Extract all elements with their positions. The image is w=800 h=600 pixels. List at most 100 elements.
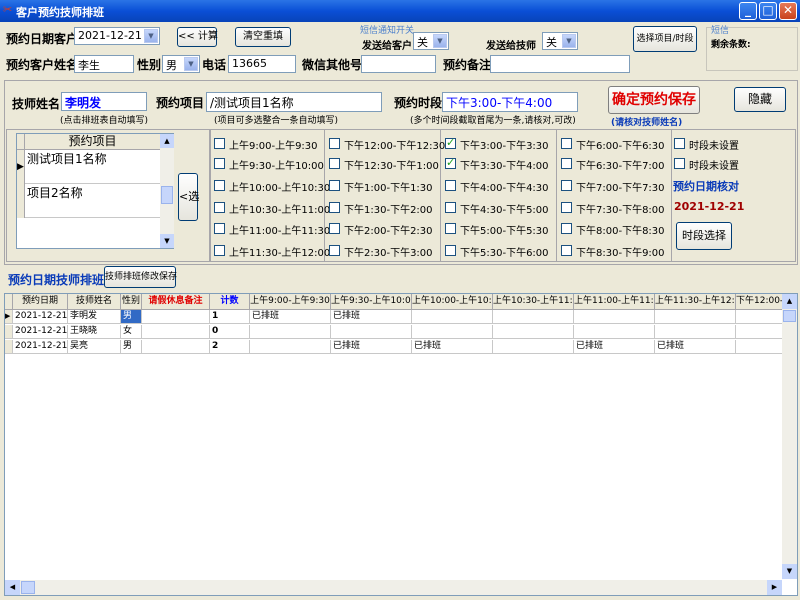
grid-h-scrollbar[interactable]: ◀ ▶ <box>5 580 782 595</box>
column-header[interactable]: 上午11:00-上午11:30 <box>574 294 655 310</box>
unchecked-box-icon[interactable] <box>329 138 340 149</box>
list-item[interactable]: 项目2名称 <box>25 184 160 218</box>
column-header[interactable]: 上午11:30-上午12:00 <box>655 294 736 310</box>
scroll-down-icon[interactable]: ▼ <box>782 564 797 579</box>
column-header[interactable]: 上午10:30-上午11:00 <box>493 294 574 310</box>
table-cell[interactable] <box>493 340 574 354</box>
unchecked-box-icon[interactable] <box>329 180 340 191</box>
calc-button[interactable]: << 计算 <box>177 27 218 47</box>
chevron-down-icon[interactable]: ▼ <box>184 57 198 71</box>
unchecked-box-icon[interactable] <box>561 223 572 234</box>
gender-select[interactable]: 男 ▼ <box>162 55 200 73</box>
tech-name-input[interactable]: 李明发 <box>61 92 147 111</box>
unchecked-box-icon[interactable] <box>214 180 225 191</box>
table-cell[interactable]: 吴亮 <box>68 340 121 354</box>
table-cell[interactable]: 李明发 <box>68 310 121 324</box>
table-cell[interactable] <box>142 325 210 339</box>
select-item-button[interactable]: 选择项目/时段 <box>633 26 697 52</box>
item-input[interactable]: /测试项目1名称 <box>206 92 382 112</box>
table-cell[interactable]: 已排班 <box>331 340 412 354</box>
unchecked-box-icon[interactable] <box>445 223 456 234</box>
scroll-thumb[interactable] <box>783 310 796 322</box>
unchecked-box-icon[interactable] <box>329 223 340 234</box>
schedule-save-button[interactable]: 技师排班修改保存 <box>104 266 177 288</box>
unchecked-box-icon[interactable] <box>561 138 572 149</box>
scroll-thumb[interactable] <box>21 581 35 594</box>
unchecked-box-icon[interactable] <box>214 223 225 234</box>
column-header[interactable]: 技师姓名 <box>68 294 121 310</box>
column-header[interactable]: 性别 <box>121 294 142 310</box>
unchecked-box-icon[interactable] <box>329 158 340 169</box>
table-cell[interactable] <box>493 325 574 339</box>
unchecked-box-icon[interactable] <box>445 180 456 191</box>
scroll-thumb[interactable] <box>161 186 173 204</box>
table-cell[interactable] <box>142 310 210 324</box>
table-cell[interactable]: 2021-12-21 <box>13 340 68 354</box>
unchecked-box-icon[interactable] <box>561 180 572 191</box>
table-cell[interactable] <box>574 325 655 339</box>
scroll-right-icon[interactable]: ▶ <box>767 580 782 595</box>
chevron-down-icon[interactable]: ▼ <box>562 34 576 48</box>
grid-v-scrollbar[interactable]: ▲ ▼ <box>782 294 797 579</box>
slot-select-button[interactable]: 时段选择 <box>676 222 732 250</box>
clear-button[interactable]: 清空重填 <box>235 27 291 47</box>
maximize-button[interactable]: □ <box>759 2 777 20</box>
close-button[interactable]: ✕ <box>779 2 797 20</box>
unchecked-box-icon[interactable] <box>214 138 225 149</box>
unchecked-box-icon[interactable] <box>329 245 340 256</box>
table-cell[interactable] <box>493 310 574 324</box>
hide-button[interactable]: 隐藏 <box>734 87 786 112</box>
scroll-up-icon[interactable]: ▲ <box>782 294 797 309</box>
table-cell[interactable]: 2021-12-21 <box>13 310 68 324</box>
unchecked-box-icon[interactable] <box>445 202 456 213</box>
column-header[interactable]: 上午10:00-上午10:30 <box>412 294 493 310</box>
scroll-up-icon[interactable]: ▲ <box>160 134 174 148</box>
table-cell[interactable]: 已排班 <box>250 310 331 324</box>
select-item-arrow-button[interactable]: <选 <box>178 173 199 221</box>
checked-box-icon[interactable] <box>445 156 456 169</box>
note-input[interactable] <box>490 55 630 73</box>
customer-name-input[interactable]: 李生 <box>74 55 134 73</box>
table-cell[interactable] <box>250 340 331 354</box>
column-header[interactable]: 上午9:30-上午10:00 <box>331 294 412 310</box>
scroll-left-icon[interactable]: ◀ <box>5 580 20 595</box>
table-cell[interactable] <box>655 325 736 339</box>
minimize-button[interactable]: _ <box>739 2 757 20</box>
items-scrollbar[interactable]: ▲ ▼ <box>160 134 174 248</box>
table-cell[interactable]: 0 <box>210 325 250 339</box>
column-header[interactable]: 预约日期 <box>13 294 68 310</box>
column-header[interactable]: 请假休息备注 <box>142 294 210 310</box>
confirm-button[interactable]: 确定预约保存 <box>608 86 700 114</box>
table-cell[interactable]: 王晓晓 <box>68 325 121 339</box>
table-cell[interactable] <box>142 340 210 354</box>
table-cell[interactable]: 已排班 <box>574 340 655 354</box>
column-header[interactable]: 计数 <box>210 294 250 310</box>
unchecked-box-icon[interactable] <box>561 202 572 213</box>
chevron-down-icon[interactable]: ▼ <box>144 29 158 43</box>
table-cell[interactable]: 男 <box>121 310 142 324</box>
wechat-input[interactable] <box>361 55 436 73</box>
send-tech-select[interactable]: 关 ▼ <box>542 32 578 50</box>
table-cell[interactable]: 男 <box>121 340 142 354</box>
unchecked-box-icon[interactable] <box>214 202 225 213</box>
table-cell[interactable] <box>412 310 493 324</box>
table-cell[interactable]: 2021-12-21 <box>13 325 68 339</box>
table-cell[interactable] <box>331 325 412 339</box>
table-cell[interactable]: 2 <box>210 340 250 354</box>
unchecked-box-icon[interactable] <box>674 158 685 169</box>
phone-input[interactable]: 13665 <box>228 55 296 73</box>
unchecked-box-icon[interactable] <box>561 245 572 256</box>
table-cell[interactable]: 已排班 <box>331 310 412 324</box>
chevron-down-icon[interactable]: ▼ <box>433 34 447 48</box>
table-cell[interactable]: 女 <box>121 325 142 339</box>
unchecked-box-icon[interactable] <box>214 245 225 256</box>
unchecked-box-icon[interactable] <box>329 202 340 213</box>
table-cell[interactable] <box>250 325 331 339</box>
scroll-down-icon[interactable]: ▼ <box>160 234 174 248</box>
table-cell[interactable] <box>655 310 736 324</box>
table-cell[interactable]: 已排班 <box>412 340 493 354</box>
column-header[interactable]: 上午9:00-上午9:30 <box>250 294 331 310</box>
unchecked-box-icon[interactable] <box>445 245 456 256</box>
slot-input[interactable]: 下午3:00-下午4:00 <box>442 92 578 112</box>
unchecked-box-icon[interactable] <box>214 158 225 169</box>
